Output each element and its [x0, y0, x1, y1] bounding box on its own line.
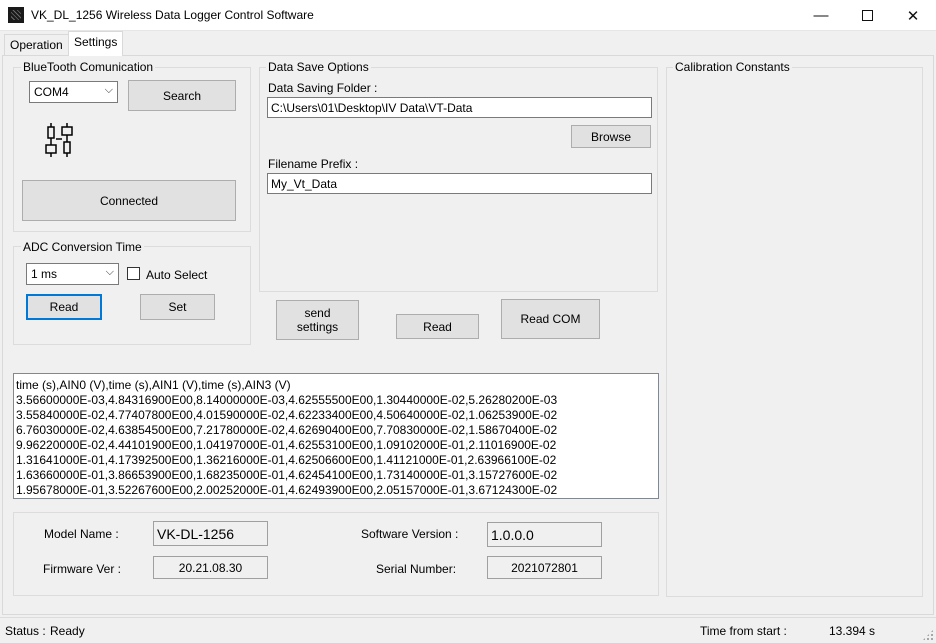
send-settings-button[interactable]: send settings: [276, 300, 359, 340]
maximize-button[interactable]: [844, 0, 890, 31]
tab-operation-label: Operation: [10, 38, 63, 52]
time-from-start-label: Time from start :: [700, 624, 787, 638]
close-icon: ✕: [906, 7, 920, 25]
connection-status-button[interactable]: Connected: [22, 180, 236, 221]
filename-prefix-label: Filename Prefix :: [268, 157, 359, 171]
read-button[interactable]: Read: [396, 314, 479, 339]
tab-settings[interactable]: Settings: [68, 31, 124, 56]
bluetooth-connection-icon: [42, 123, 76, 157]
calibration-group: [666, 67, 923, 597]
chevron-down-icon: ⌵: [104, 84, 113, 96]
auto-select-label: Auto Select: [146, 268, 208, 282]
model-name-value: VK-DL-1256: [153, 521, 268, 546]
status-label: Status :: [5, 624, 46, 638]
close-button[interactable]: ✕: [890, 0, 936, 31]
status-value: Ready: [50, 624, 85, 638]
window-title: VK_DL_1256 Wireless Data Logger Control …: [31, 8, 314, 22]
log-line: 1.31641000E-01,4.17392500E00,1.36216000E…: [16, 453, 557, 467]
log-line: 9.96220000E-02,4.44101900E00,1.04197000E…: [16, 438, 557, 452]
adc-time-value: 1 ms: [31, 267, 58, 281]
data-save-group-label: Data Save Options: [266, 60, 371, 74]
adc-time-select[interactable]: 1 ms ⌵: [26, 263, 119, 285]
adc-set-button[interactable]: Set: [140, 294, 215, 320]
app-icon: [8, 7, 24, 23]
serial-number-value: 2021072801: [487, 556, 602, 579]
bluetooth-group-label: BlueTooth Comunication: [21, 60, 156, 74]
resize-grip-icon[interactable]: [922, 629, 934, 641]
minimize-button[interactable]: —: [798, 0, 844, 31]
com-port-select[interactable]: COM4 ⌵: [29, 81, 118, 103]
adc-group-label: ADC Conversion Time: [21, 240, 144, 254]
time-from-start-value: 13.394 s: [829, 624, 876, 638]
maximize-icon: [861, 10, 873, 21]
status-bar: Status : Ready Time from start : 13.394 …: [0, 617, 936, 643]
tab-operation[interactable]: Operation: [4, 34, 69, 55]
com-port-value: COM4: [34, 85, 69, 99]
software-version-label: Software Version :: [361, 527, 459, 541]
tab-settings-label: Settings: [74, 35, 118, 49]
folder-input[interactable]: C:\Users\01\Desktop\IV Data\VT-Data: [267, 97, 652, 118]
search-button[interactable]: Search: [128, 80, 236, 111]
send-settings-line1: send: [304, 306, 331, 320]
log-line: time (s),AIN0 (V),time (s),AIN1 (V),time…: [16, 378, 291, 392]
log-line: 1.63660000E-01,3.86653900E00,1.68235000E…: [16, 468, 558, 482]
log-line: 3.56600000E-03,4.84316900E00,8.14000000E…: [16, 393, 558, 407]
auto-select-checkbox[interactable]: [127, 267, 140, 280]
log-line: 3.55840000E-02,4.77407800E00,4.01590000E…: [16, 408, 558, 422]
read-com-button[interactable]: Read COM: [501, 299, 600, 339]
send-settings-line2: settings: [296, 320, 339, 334]
folder-label: Data Saving Folder :: [268, 81, 378, 95]
data-log-textarea[interactable]: time (s),AIN0 (V),time (s),AIN1 (V),time…: [13, 373, 659, 499]
adc-read-button[interactable]: Read: [26, 294, 102, 320]
firmware-value: 20.21.08.30: [153, 556, 268, 579]
title-bar: VK_DL_1256 Wireless Data Logger Control …: [0, 0, 936, 31]
chevron-down-icon: ⌵: [105, 266, 114, 278]
filename-prefix-input[interactable]: My_Vt_Data: [267, 173, 652, 194]
serial-number-label: Serial Number:: [376, 562, 457, 576]
log-line: 6.76030000E-02,4.63854500E00,7.21780000E…: [16, 423, 558, 437]
minimize-icon: —: [813, 7, 829, 24]
software-version-value: 1.0.0.0: [487, 522, 602, 547]
log-line: 1.95678000E-01,3.52267600E00,2.00252000E…: [16, 483, 558, 497]
firmware-label: Firmware Ver :: [43, 562, 122, 576]
browse-button[interactable]: Browse: [571, 125, 651, 148]
calibration-group-label: Calibration Constants: [673, 60, 792, 74]
model-name-label: Model Name :: [44, 527, 119, 541]
